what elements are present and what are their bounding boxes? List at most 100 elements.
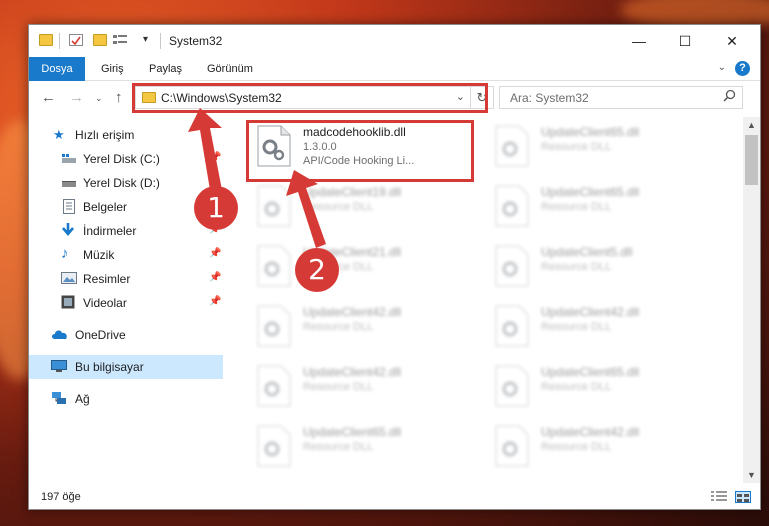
navigation-pane: ★ Hızlı erişim Yerel Disk (C:) 📌 Yerel D…: [29, 117, 223, 482]
tiles-view-icon[interactable]: [735, 491, 751, 503]
sidebar-item-downloads[interactable]: İndirmeler 📌: [29, 219, 223, 243]
sidebar-item-music[interactable]: ♪ Müzik 📌: [29, 243, 223, 267]
sidebar-item-this-pc[interactable]: Bu bilgisayar: [29, 355, 223, 379]
tab-file[interactable]: Dosya: [29, 57, 85, 81]
file-item[interactable]: UpdateClient5.dll Resource DLL: [489, 239, 719, 295]
dll-file-icon: [495, 425, 529, 467]
file-type: Resource DLL: [541, 321, 612, 333]
music-icon: ♪: [61, 245, 69, 262]
tab-share[interactable]: Paylaş: [137, 57, 194, 81]
sidebar-item-label: OneDrive: [75, 328, 126, 342]
status-bar: 197 öğe: [29, 485, 760, 509]
scrollbar-thumb[interactable]: [745, 135, 758, 185]
file-item[interactable]: UpdateClient21.dll Resource DLL: [251, 239, 481, 295]
sidebar-item-drive-d[interactable]: Yerel Disk (D:): [29, 171, 223, 195]
search-input[interactable]: Ara: System32: [499, 86, 743, 109]
dll-file-icon: [257, 185, 291, 227]
dll-file-icon: [495, 125, 529, 167]
file-item[interactable]: UpdateClient65.dll Resource DLL: [489, 119, 719, 175]
sidebar-item-label: İndirmeler: [83, 224, 137, 238]
file-name: UpdateClient19.dll: [303, 185, 402, 199]
file-item[interactable]: UpdateClient42.dll Resource DLL: [251, 299, 481, 355]
search-placeholder: Ara: System32: [510, 91, 589, 105]
video-icon: [61, 295, 77, 309]
details-view-icon[interactable]: [711, 491, 727, 503]
sidebar-item-videos[interactable]: Videolar 📌: [29, 291, 223, 315]
pin-icon[interactable]: 📌: [209, 152, 221, 163]
star-icon: ★: [53, 127, 65, 142]
file-type: Resource DLL: [541, 261, 612, 273]
file-item[interactable]: UpdateClient42.dll Resource DLL: [489, 299, 719, 355]
file-item[interactable]: UpdateClient65.dll Resource DLL: [489, 179, 719, 235]
close-button[interactable]: ✕: [709, 25, 755, 57]
file-name: UpdateClient42.dll: [541, 425, 640, 439]
drive-c-icon: [61, 153, 77, 167]
file-name: UpdateClient42.dll: [303, 305, 402, 319]
sidebar-item-label: Yerel Disk (D:): [83, 176, 160, 190]
tab-home[interactable]: Giriş: [89, 57, 136, 81]
scroll-up-arrow-icon[interactable]: ▲: [743, 117, 760, 133]
help-icon[interactable]: ?: [735, 61, 750, 76]
pin-icon[interactable]: 📌: [209, 248, 221, 259]
file-item[interactable]: UpdateClient42.dll Resource DLL: [251, 359, 481, 415]
file-type: Resource DLL: [541, 141, 612, 153]
minimize-button[interactable]: —: [616, 25, 662, 57]
properties-icon[interactable]: [69, 34, 83, 46]
folder-icon: [39, 34, 53, 46]
sidebar-item-label: Hızlı erişim: [75, 128, 135, 142]
file-item[interactable]: UpdateClient65.dll Resource DLL: [251, 419, 481, 475]
sidebar-item-label: Belgeler: [83, 200, 128, 214]
file-item[interactable]: UpdateClient19.dll Resource DLL: [251, 179, 481, 235]
file-type: Resource DLL: [303, 441, 374, 453]
quick-access-toolbar-chevron-icon[interactable]: ▾: [143, 34, 157, 46]
file-type: Resource DLL: [303, 381, 374, 393]
dll-file-icon: [257, 245, 291, 287]
up-arrow-icon[interactable]: ↑: [115, 89, 123, 106]
dll-file-icon: [257, 365, 291, 407]
drive-d-icon: [61, 177, 77, 191]
sidebar-item-label: Bu bilgisayar: [75, 360, 144, 374]
title-separator: [160, 33, 161, 49]
vertical-scrollbar[interactable]: ▲ ▼: [743, 117, 760, 483]
computer-icon: [51, 360, 67, 374]
dll-file-icon: [495, 185, 529, 227]
window-title: System32: [169, 34, 223, 48]
new-folder-icon[interactable]: [93, 34, 107, 46]
sidebar-item-quick-access[interactable]: ★ Hızlı erişim: [29, 123, 223, 147]
file-name: UpdateClient65.dll: [541, 365, 640, 379]
file-name: UpdateClient42.dll: [541, 305, 640, 319]
pin-icon[interactable]: 📌: [209, 272, 221, 283]
sidebar-item-drive-c[interactable]: Yerel Disk (C:) 📌: [29, 147, 223, 171]
file-item[interactable]: UpdateClient65.dll Resource DLL: [489, 359, 719, 415]
pictures-icon: [61, 272, 77, 286]
file-item[interactable]: UpdateClient42.dll Resource DLL: [489, 419, 719, 475]
scroll-down-arrow-icon[interactable]: ▼: [743, 467, 760, 483]
dll-file-icon: [495, 305, 529, 347]
dll-file-icon: [257, 425, 291, 467]
file-name: UpdateClient65.dll: [303, 425, 402, 439]
sidebar-item-pictures[interactable]: Resimler 📌: [29, 267, 223, 291]
file-name: UpdateClient65.dll: [541, 185, 640, 199]
sidebar-item-network[interactable]: Ağ: [29, 387, 223, 411]
download-icon: [61, 223, 77, 237]
sidebar-item-onedrive[interactable]: OneDrive: [29, 323, 223, 347]
sidebar-item-label: Müzik: [83, 248, 115, 262]
file-type: Resource DLL: [303, 201, 374, 213]
search-icon[interactable]: [723, 89, 736, 105]
ribbon: Dosya Giriş Paylaş Görünüm ⌄ ?: [29, 57, 760, 81]
view-options-icon[interactable]: [113, 34, 127, 46]
forward-arrow-icon[interactable]: →: [69, 89, 84, 106]
dll-file-icon: [495, 365, 529, 407]
file-type: Resource DLL: [303, 321, 374, 333]
callout-badge-one: 1: [194, 186, 238, 230]
file-name: UpdateClient42.dll: [303, 365, 402, 379]
pin-icon[interactable]: 📌: [209, 296, 221, 307]
maximize-button[interactable]: ☐: [662, 25, 708, 57]
recent-locations-chevron-icon[interactable]: ⌄: [95, 93, 103, 104]
tab-view[interactable]: Görünüm: [195, 57, 265, 81]
cloud-icon: [51, 329, 67, 343]
sidebar-item-label: Yerel Disk (C:): [83, 152, 160, 166]
file-type: Resource DLL: [541, 201, 612, 213]
back-arrow-icon[interactable]: ←: [41, 89, 56, 106]
expand-ribbon-chevron-icon[interactable]: ⌄: [718, 62, 726, 73]
